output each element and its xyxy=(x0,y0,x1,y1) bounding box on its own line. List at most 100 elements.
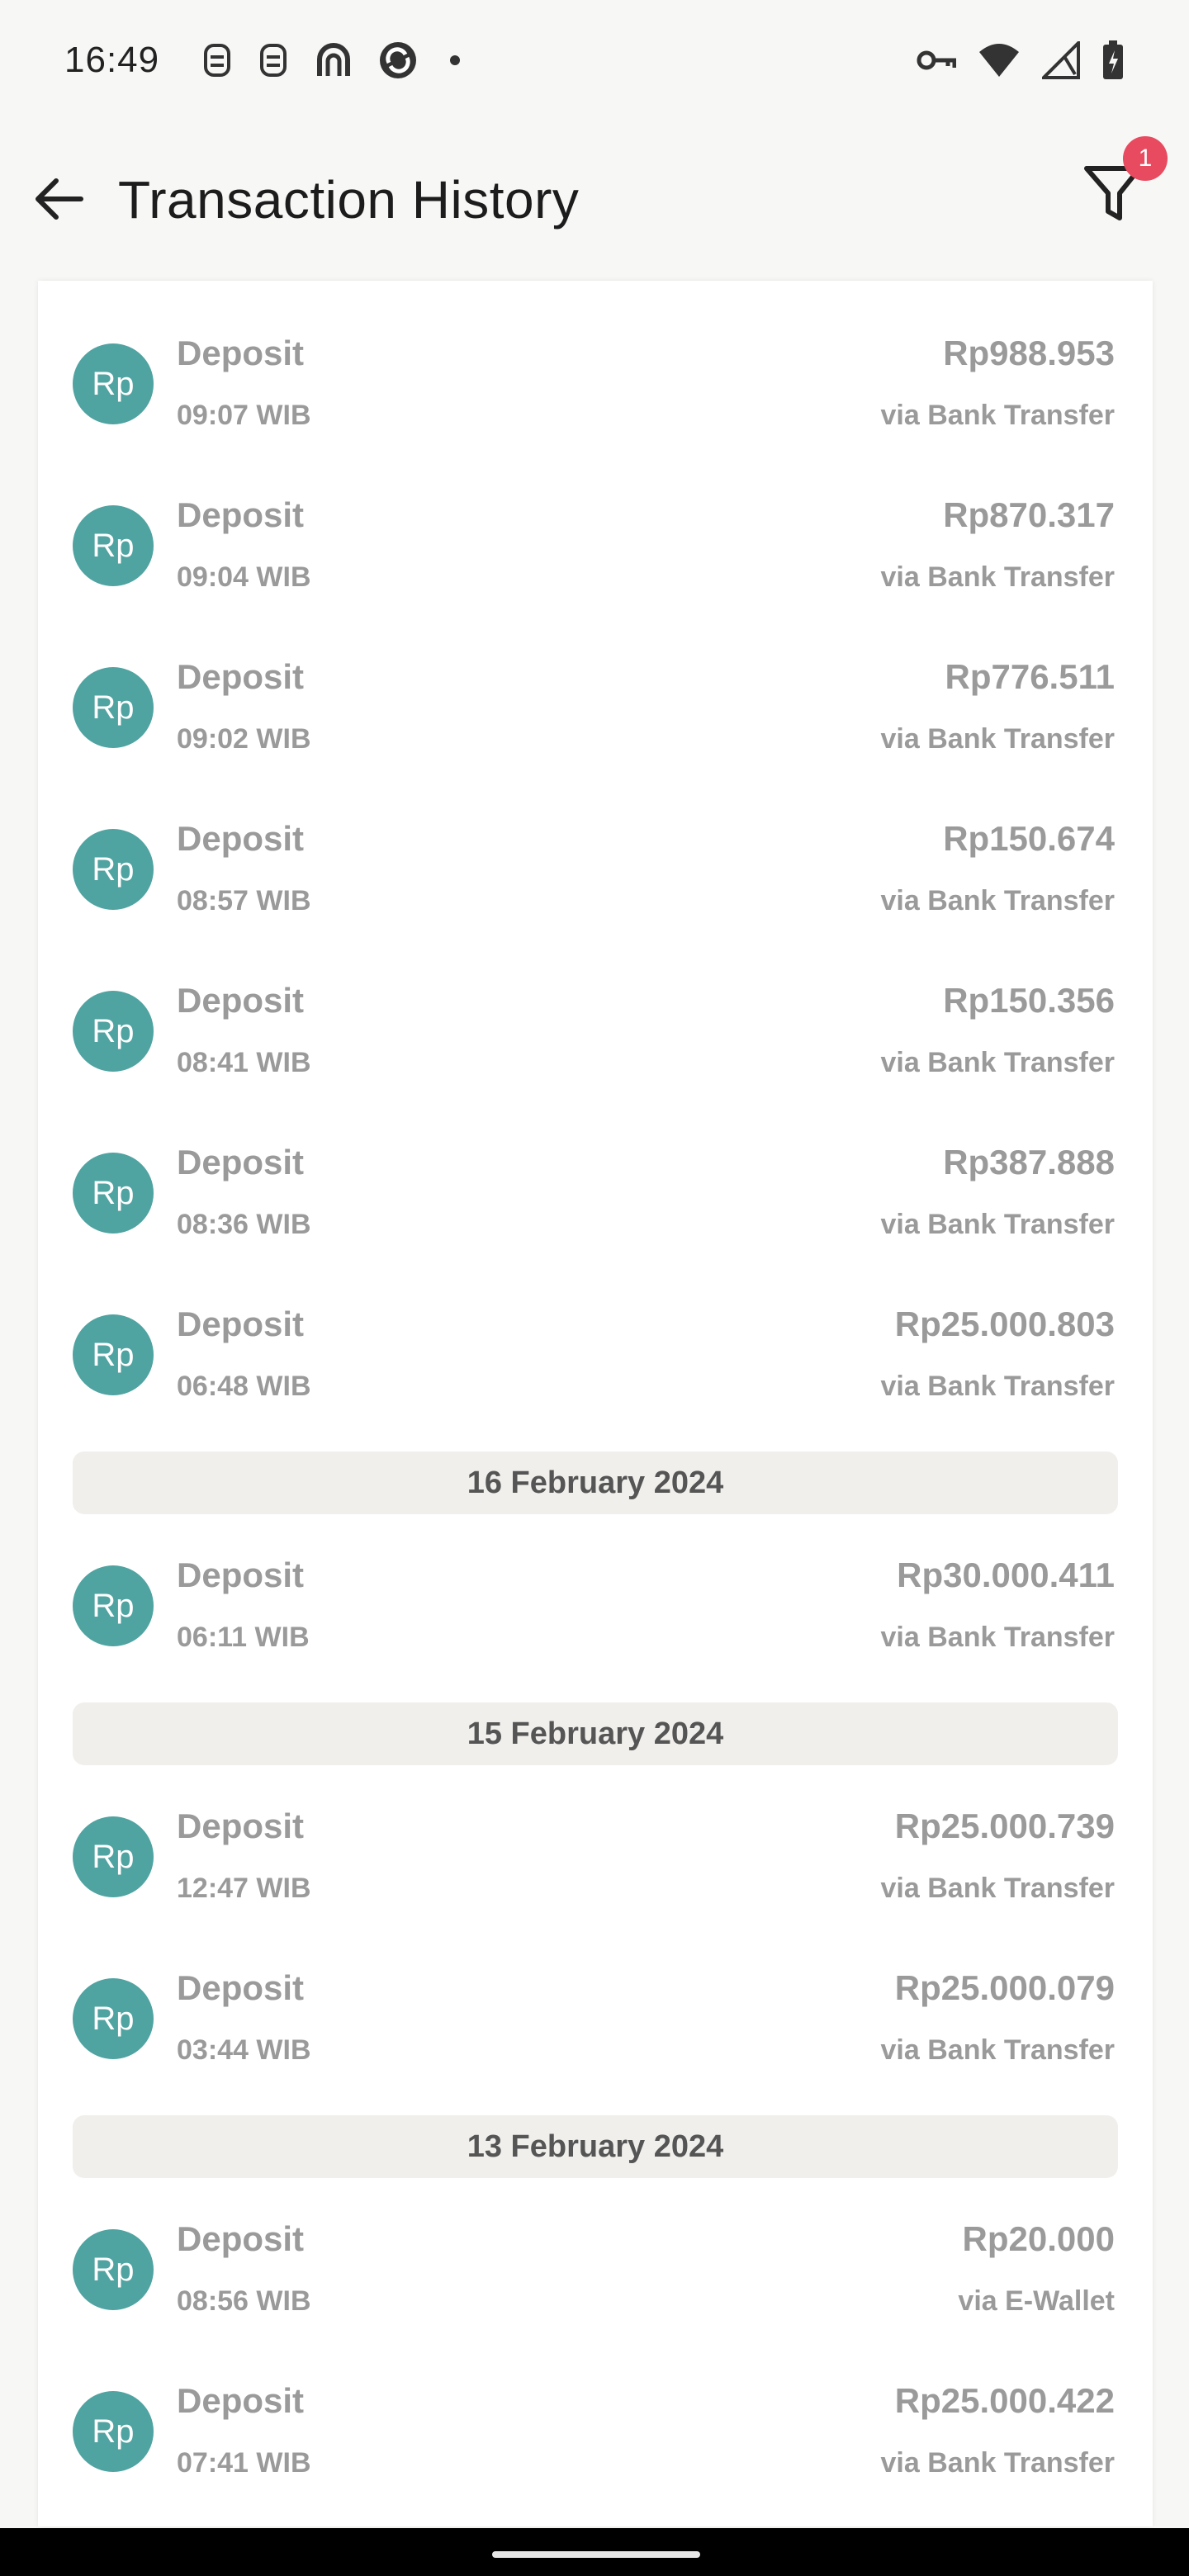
app-icon xyxy=(317,42,351,76)
transaction-time: 06:11 WIB xyxy=(177,1622,310,1653)
currency-avatar-icon: Rp xyxy=(73,505,154,586)
separator-spacing xyxy=(38,1765,1153,1775)
transaction-type: Deposit xyxy=(177,334,305,372)
transaction-method: via Bank Transfer xyxy=(880,1209,1115,1240)
transaction-row[interactable]: Rp Deposit 08:41 WIB Rp150.356 via Bank Tran… xyxy=(38,949,1153,1111)
transaction-amount: Rp988.953 xyxy=(943,334,1115,372)
arrow-left-icon xyxy=(36,178,83,220)
transaction-row[interactable]: RpDeposit09:09 WIBRp539.711via Bank Tran… xyxy=(38,281,1153,302)
currency-avatar-icon: Rp xyxy=(73,1978,154,2059)
transaction-method: via Bank Transfer xyxy=(880,885,1115,916)
transaction-amount: Rp776.511 xyxy=(945,657,1116,696)
transaction-type: Deposit xyxy=(177,2381,305,2420)
transaction-amount: Rp25.000.422 xyxy=(894,2381,1115,2420)
status-bar: 16:49 xyxy=(0,0,1189,120)
transaction-row[interactable]: Rp Deposit 12:47 WIB Rp25.000.739 via Bank T… xyxy=(38,1775,1153,1937)
transaction-row[interactable]: Rp Deposit 08:57 WIB Rp150.674 via Bank Tran… xyxy=(38,788,1153,949)
transaction-method: via Bank Transfer xyxy=(880,1873,1115,1904)
transaction-time: 12:47 WIB xyxy=(177,1873,311,1904)
currency-avatar-icon: Rp xyxy=(73,1314,154,1395)
transaction-type: Deposit xyxy=(177,495,305,534)
system-navigation-bar xyxy=(0,2528,1189,2576)
transaction-row[interactable]: Rp Deposit 09:04 WIB Rp870.317 via Bank Tran… xyxy=(38,464,1153,626)
separator-spacing xyxy=(38,1514,1153,1524)
transaction-list-content: RpDeposit09:09 WIBRp539.711via Bank Tran… xyxy=(38,281,1153,2512)
currency-avatar-icon: Rp xyxy=(73,343,154,424)
transaction-time: 09:04 WIB xyxy=(177,561,311,593)
transaction-time: 09:02 WIB xyxy=(177,723,311,755)
vpn-key-icon xyxy=(917,50,956,69)
transaction-method: via Bank Transfer xyxy=(880,1047,1115,1078)
transaction-row[interactable]: Rp Deposit 09:02 WIB Rp776.511 via Bank Tran… xyxy=(38,626,1153,788)
date-separator: 13 February 2024 xyxy=(73,2115,1118,2178)
transaction-row[interactable]: Rp Deposit 08:56 WIB Rp20.000 via E-Wallet xyxy=(38,2188,1153,2350)
transaction-time: 08:57 WIB xyxy=(177,885,311,916)
transaction-type: Deposit xyxy=(177,657,305,696)
app-header: Transaction History xyxy=(0,132,1189,281)
transaction-time: 08:36 WIB xyxy=(177,1209,311,1240)
back-button[interactable] xyxy=(30,170,88,228)
transaction-amount: Rp150.356 xyxy=(943,981,1115,1020)
transaction-type: Deposit xyxy=(177,981,305,1020)
transaction-amount: Rp25.000.739 xyxy=(894,1807,1115,1845)
transaction-row[interactable]: Rp Deposit 03:44 WIB Rp25.000.079 via Bank T… xyxy=(38,1937,1153,2099)
home-gesture-handle[interactable] xyxy=(492,2551,700,2558)
transaction-row[interactable]: Rp Deposit 08:36 WIB Rp387.888 via Bank Tran… xyxy=(38,1111,1153,1273)
transaction-type: Deposit xyxy=(177,1556,305,1594)
transaction-list[interactable]: RpDeposit09:09 WIBRp539.711via Bank Tran… xyxy=(38,281,1153,2526)
transaction-amount: Rp25.000.079 xyxy=(894,1968,1115,2007)
transaction-row[interactable]: Rp Deposit 06:11 WIB Rp30.000.411 via Bank T… xyxy=(38,1524,1153,1686)
transaction-time: 07:41 WIB xyxy=(177,2447,311,2479)
transaction-time: 03:44 WIB xyxy=(177,2034,311,2066)
transaction-method: via Bank Transfer xyxy=(880,400,1115,431)
transaction-amount: Rp870.317 xyxy=(943,495,1115,534)
transaction-type: Deposit xyxy=(177,1968,305,2007)
transaction-method: via Bank Transfer xyxy=(880,2447,1115,2479)
transaction-row[interactable]: Rp Deposit 07:41 WIB Rp25.000.422 via Bank T… xyxy=(38,2350,1153,2512)
transaction-row[interactable]: Rp Deposit 06:48 WIB Rp25.000.803 via Bank T… xyxy=(38,1273,1153,1435)
currency-avatar-icon: Rp xyxy=(73,991,154,1072)
currency-avatar-icon: Rp xyxy=(73,2391,154,2472)
filter-count-badge: 1 xyxy=(1123,136,1168,181)
notification-icon xyxy=(204,43,231,77)
transaction-type: Deposit xyxy=(177,1305,305,1343)
transaction-amount: Rp150.674 xyxy=(943,819,1115,858)
transaction-method: via Bank Transfer xyxy=(880,2034,1115,2066)
transaction-method: via Bank Transfer xyxy=(880,1622,1115,1653)
transaction-amount: Rp30.000.411 xyxy=(897,1556,1115,1594)
currency-avatar-icon: Rp xyxy=(73,829,154,910)
transaction-time: 06:48 WIB xyxy=(177,1371,311,1402)
status-system-icons xyxy=(917,40,1125,80)
transaction-type: Deposit xyxy=(177,2219,305,2258)
notification-icon xyxy=(260,43,287,77)
transaction-type: Deposit xyxy=(177,819,305,858)
transaction-amount: Rp20.000 xyxy=(962,2219,1115,2258)
transaction-time: 08:41 WIB xyxy=(177,1047,311,1078)
date-separator: 16 February 2024 xyxy=(73,1451,1118,1514)
transaction-method: via Bank Transfer xyxy=(880,1371,1115,1402)
status-time: 16:49 xyxy=(64,39,160,80)
transaction-amount: Rp25.000.803 xyxy=(894,1305,1115,1343)
wifi-icon xyxy=(979,43,1019,77)
transaction-type: Deposit xyxy=(177,1143,305,1181)
currency-avatar-icon: Rp xyxy=(73,1153,154,1234)
app-icon xyxy=(380,41,417,78)
currency-avatar-icon: Rp xyxy=(73,1565,154,1646)
status-notification-icons xyxy=(201,40,461,81)
battery-icon xyxy=(1103,40,1123,79)
transaction-time: 08:56 WIB xyxy=(177,2285,311,2317)
transaction-method: via Bank Transfer xyxy=(880,723,1115,755)
transaction-time: 09:07 WIB xyxy=(177,400,311,431)
transaction-row[interactable]: Rp Deposit 09:07 WIB Rp988.953 via Bank Tran… xyxy=(38,302,1153,464)
transaction-method: via Bank Transfer xyxy=(880,561,1115,593)
currency-avatar-icon: Rp xyxy=(73,1816,154,1897)
transaction-amount: Rp387.888 xyxy=(943,1143,1115,1181)
currency-avatar-icon: Rp xyxy=(73,2229,154,2310)
transaction-method: via E-Wallet xyxy=(958,2285,1115,2317)
date-separator: 15 February 2024 xyxy=(73,1702,1118,1765)
signal-icon xyxy=(1042,40,1080,79)
more-notifications-dot xyxy=(450,54,461,65)
currency-avatar-icon: Rp xyxy=(73,667,154,748)
separator-spacing xyxy=(38,2178,1153,2188)
transaction-type: Deposit xyxy=(177,1807,305,1845)
